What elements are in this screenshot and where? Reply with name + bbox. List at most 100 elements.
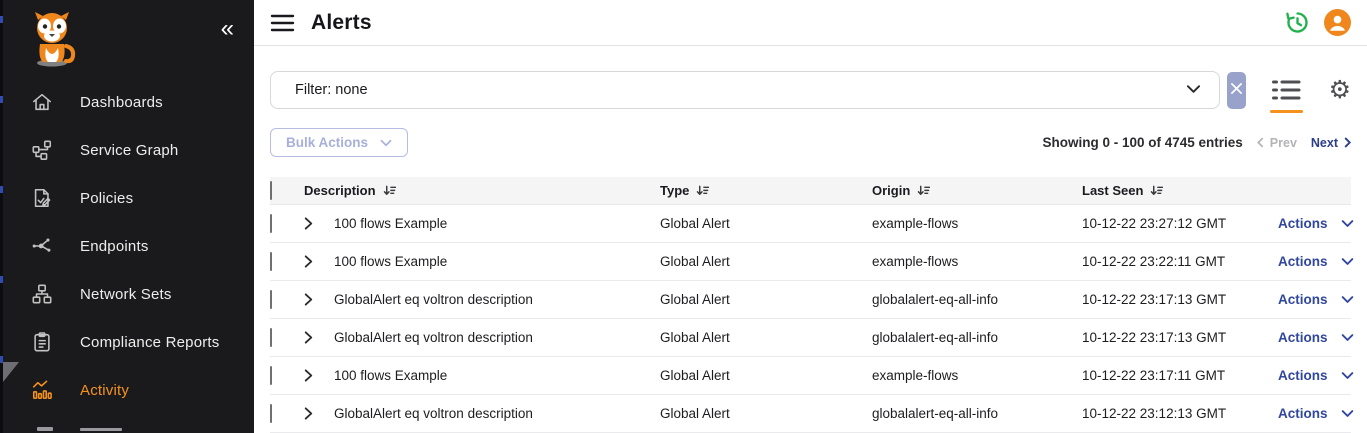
select-all-checkbox[interactable] xyxy=(270,181,272,200)
compliance-reports-icon xyxy=(31,331,53,353)
bulk-actions-label: Bulk Actions xyxy=(286,135,368,150)
alert-last-seen: 10-12-22 23:17:13 GMT xyxy=(1082,330,1278,345)
expand-row-icon[interactable] xyxy=(304,407,313,420)
actions-menu-button[interactable]: Actions xyxy=(1278,406,1328,421)
expand-row-icon[interactable] xyxy=(304,255,313,268)
filter-dropdown[interactable]: Filter: none xyxy=(270,71,1220,109)
chevron-down-icon xyxy=(1341,371,1354,380)
hamburger-menu-icon[interactable] xyxy=(270,13,296,33)
sidebar-item-endpoints[interactable]: Endpoints xyxy=(0,222,254,270)
sidebar-item-compliance-reports[interactable]: Compliance Reports xyxy=(0,318,254,366)
clear-filter-button[interactable] xyxy=(1227,72,1246,109)
sort-icon xyxy=(1150,185,1163,197)
page-header: Alerts xyxy=(254,0,1367,46)
row-checkbox[interactable] xyxy=(270,214,272,233)
main-content: Alerts xyxy=(254,0,1367,433)
list-view-icon[interactable] xyxy=(1270,73,1303,107)
next-page-button[interactable]: Next xyxy=(1311,136,1351,150)
pagination-summary: Showing 0 - 100 of 4745 entries xyxy=(1042,135,1242,150)
alert-last-seen: 10-12-22 23:27:12 GMT xyxy=(1082,216,1278,231)
column-header-origin[interactable]: Origin xyxy=(872,183,1082,198)
expand-row-icon[interactable] xyxy=(304,331,313,344)
column-label: Description xyxy=(304,183,376,198)
corner-fold-decoration xyxy=(3,362,19,382)
alert-origin: globalalert-eq-all-info xyxy=(872,330,1082,345)
prev-page-button[interactable]: Prev xyxy=(1257,136,1297,150)
sidebar-item-label: Activity xyxy=(80,382,129,399)
chevron-down-icon xyxy=(1341,409,1354,418)
table-header-row: Description Type Origin Last Seen xyxy=(270,177,1351,205)
sidebar-item-dashboards[interactable]: Dashboards xyxy=(0,78,254,126)
row-checkbox[interactable] xyxy=(270,252,272,271)
actions-menu-button[interactable]: Actions xyxy=(1278,254,1328,269)
row-checkbox[interactable] xyxy=(270,404,272,423)
alert-origin: globalalert-eq-all-info xyxy=(872,292,1082,307)
alert-type: Global Alert xyxy=(660,330,872,345)
sidebar-item-partial xyxy=(0,425,254,433)
next-label: Next xyxy=(1311,136,1338,150)
column-label: Last Seen xyxy=(1082,183,1143,198)
sidebar-item-service-graph[interactable]: Service Graph xyxy=(0,126,254,174)
sidebar-item-label: Dashboards xyxy=(80,94,163,111)
row-checkbox[interactable] xyxy=(270,290,272,309)
alert-last-seen: 10-12-22 23:17:11 GMT xyxy=(1082,368,1278,383)
sidebar-item-label: Endpoints xyxy=(80,238,149,255)
column-header-last-seen[interactable]: Last Seen xyxy=(1082,183,1278,198)
sort-icon xyxy=(917,185,930,197)
row-actions: Actions xyxy=(1278,292,1356,307)
sidebar-item-label: Network Sets xyxy=(80,286,172,303)
actions-menu-button[interactable]: Actions xyxy=(1278,292,1328,307)
network-sets-icon xyxy=(31,283,53,305)
expand-row-icon[interactable] xyxy=(304,293,313,306)
endpoints-icon xyxy=(31,235,53,257)
app-window: « Dashboards Service Graph Policies xyxy=(0,0,1367,433)
alert-type: Global Alert xyxy=(660,254,872,269)
table-body: 100 flows Example Global Alert example-f… xyxy=(270,205,1351,433)
sidebar-item-network-sets[interactable]: Network Sets xyxy=(0,270,254,318)
service-graph-icon xyxy=(31,139,53,161)
alert-description: GlobalAlert eq voltron description xyxy=(334,292,533,307)
sort-icon xyxy=(383,185,396,197)
sidebar-item-label: Service Graph xyxy=(80,142,178,159)
column-header-description[interactable]: Description xyxy=(304,183,660,198)
alert-description: 100 flows Example xyxy=(334,368,447,383)
alert-last-seen: 10-12-22 23:22:11 GMT xyxy=(1082,254,1278,269)
row-checkbox[interactable] xyxy=(270,328,272,347)
row-checkbox[interactable] xyxy=(270,366,272,385)
alert-description: 100 flows Example xyxy=(334,216,447,231)
calico-cat-logo xyxy=(26,10,78,73)
sidebar-item-activity[interactable]: Activity xyxy=(0,366,254,414)
sidebar-collapse-icon[interactable]: « xyxy=(221,14,234,44)
chevron-down-icon xyxy=(1341,219,1354,228)
actions-menu-button[interactable]: Actions xyxy=(1278,368,1328,383)
gear-icon[interactable]: ⚙ xyxy=(1329,78,1351,103)
chevron-down-icon xyxy=(1186,81,1201,99)
chevron-left-icon xyxy=(1257,137,1264,148)
activity-icon xyxy=(31,379,53,401)
table-row: 100 flows Example Global Alert example-f… xyxy=(270,357,1351,395)
chevron-right-icon xyxy=(1344,137,1351,148)
alert-description: 100 flows Example xyxy=(334,254,447,269)
row-actions: Actions xyxy=(1278,216,1356,231)
sidebar-item-label: Policies xyxy=(80,190,133,207)
expand-row-icon[interactable] xyxy=(304,217,313,230)
prev-label: Prev xyxy=(1270,136,1297,150)
history-icon[interactable] xyxy=(1284,9,1311,36)
filter-bar: Filter: none ⚙ xyxy=(270,71,1351,109)
table-row: GlobalAlert eq voltron description Globa… xyxy=(270,319,1351,357)
expand-row-icon[interactable] xyxy=(304,369,313,382)
actions-menu-button[interactable]: Actions xyxy=(1278,216,1328,231)
user-avatar[interactable] xyxy=(1324,9,1351,36)
sort-icon xyxy=(696,185,709,197)
column-header-type[interactable]: Type xyxy=(660,183,872,198)
alert-description: GlobalAlert eq voltron description xyxy=(334,330,533,345)
actions-menu-button[interactable]: Actions xyxy=(1278,330,1328,345)
sidebar-item-policies[interactable]: Policies xyxy=(0,174,254,222)
alert-origin: example-flows xyxy=(872,216,1082,231)
row-actions: Actions xyxy=(1278,254,1356,269)
alert-origin: example-flows xyxy=(872,254,1082,269)
row-actions: Actions xyxy=(1278,330,1356,345)
table-row: GlobalAlert eq voltron description Globa… xyxy=(270,281,1351,319)
chevron-down-icon xyxy=(1341,333,1354,342)
bulk-actions-button[interactable]: Bulk Actions xyxy=(270,128,408,157)
